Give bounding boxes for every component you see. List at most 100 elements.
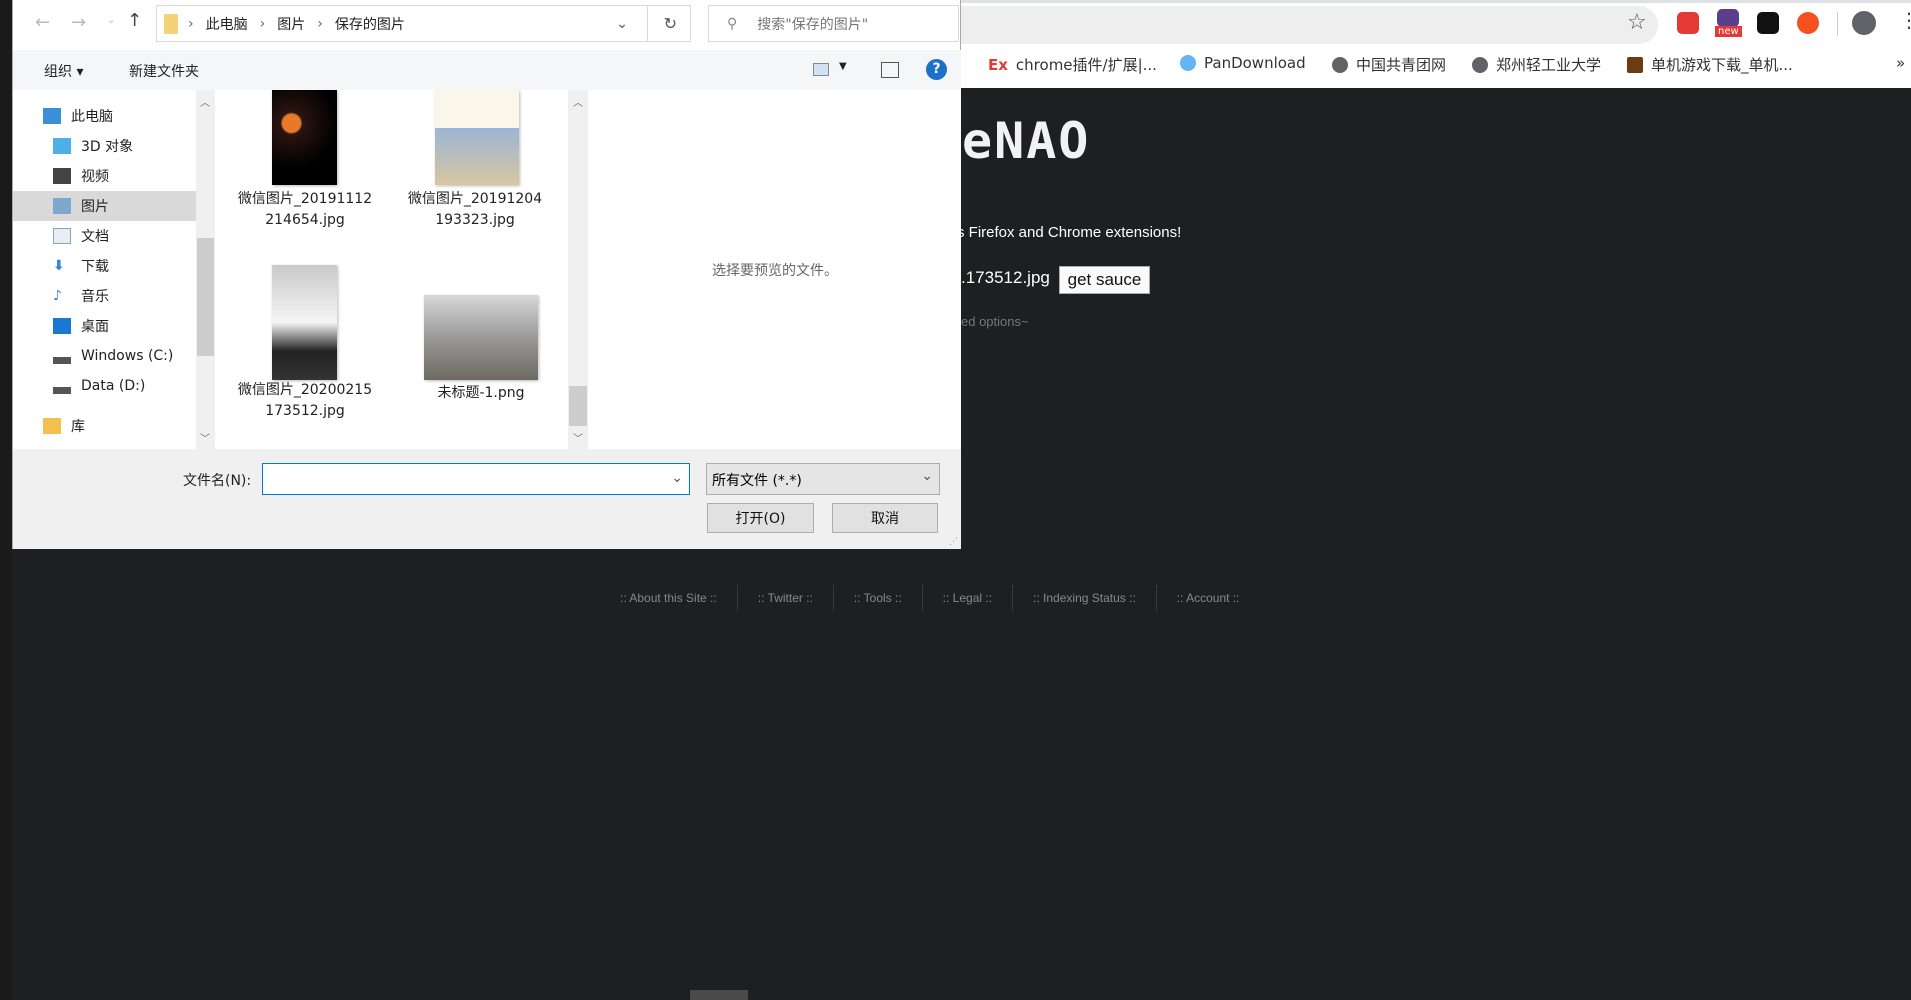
forward-icon[interactable]: →	[71, 12, 86, 33]
picture-icon	[53, 198, 71, 214]
extension-pocket-icon[interactable]	[1677, 12, 1699, 34]
globe-icon	[1332, 56, 1348, 73]
menu-kebab-icon[interactable]: ⋮	[1899, 8, 1911, 32]
computer-icon	[43, 108, 61, 124]
bookmark-label: PanDownload	[1204, 54, 1306, 72]
nav-label: 下载	[81, 259, 109, 275]
search-input[interactable]: ⚲ 搜索"保存的图片"	[708, 5, 959, 42]
preview-pane-icon[interactable]	[881, 62, 899, 78]
extension-new-icon[interactable]	[1717, 9, 1739, 27]
file-thumbnail[interactable]	[272, 90, 337, 185]
bookmark-label: chrome插件/扩展|...	[1015, 56, 1157, 74]
bookmark-label: 单机游戏下载_单机...	[1651, 56, 1793, 74]
open-button[interactable]: 打开(O)	[707, 503, 814, 533]
film-icon	[53, 168, 71, 184]
file-input-value[interactable]: .173512.jpg	[961, 268, 1050, 288]
nav-downloads[interactable]: ⬇ 下载	[13, 251, 196, 281]
breadcrumb-bar[interactable]: › 此电脑 › 图片 › 保存的图片 ⌄ ↻	[156, 5, 691, 42]
bookmark-youth-league[interactable]: 中国共青团网	[1332, 54, 1446, 75]
profile-avatar-icon[interactable]	[1852, 11, 1876, 35]
extension-badge: new	[1715, 26, 1742, 37]
view-options-icon[interactable]	[813, 63, 829, 76]
open-file-dialog: ← → ⌄ ↑ › 此电脑 › 图片 › 保存的图片 ⌄ ↻ ⚲ 搜索"保存的图片" …	[12, 0, 961, 549]
advanced-options-toggle[interactable]: ed options~	[961, 314, 1029, 329]
file-item[interactable]: 微信图片_20191112214654.jpg	[235, 189, 375, 231]
bookmark-games[interactable]: 单机游戏下载_单机...	[1627, 54, 1793, 75]
file-item[interactable]: 微信图片_20200215173512.jpg	[235, 380, 375, 422]
file-thumbnail[interactable]	[424, 295, 538, 380]
cancel-button[interactable]: 取消	[832, 503, 938, 533]
nav-drive-d[interactable]: Data (D:)	[13, 371, 196, 401]
desktop-edge	[0, 0, 12, 1000]
footer-legal[interactable]: :: Legal ::	[923, 585, 1014, 611]
bookmark-chrome-ext[interactable]: Ex chrome插件/扩展|...	[988, 54, 1157, 75]
folder-icon	[164, 13, 178, 34]
extension-tampermonkey-icon[interactable]	[1757, 12, 1779, 34]
ex-icon: Ex	[988, 55, 1008, 74]
nav-label: 文档	[81, 229, 109, 245]
file-thumbnail[interactable]	[435, 90, 519, 185]
nav-drive-c[interactable]: Windows (C:)	[13, 341, 196, 371]
breadcrumb-item[interactable]: 图片	[277, 14, 305, 34]
new-folder-button[interactable]: 新建文件夹	[129, 61, 199, 81]
footer-twitter[interactable]: :: Twitter ::	[738, 585, 834, 611]
bookmark-zzuli[interactable]: 郑州轻工业大学	[1472, 54, 1601, 75]
help-icon[interactable]: ?	[926, 59, 947, 80]
file-scrollbar-thumb[interactable]	[569, 386, 587, 426]
organize-menu[interactable]: 组织 ▾	[44, 61, 83, 81]
toolbar-divider	[1837, 12, 1838, 36]
file-type-filter[interactable]: 所有文件 (*.*) ⌄	[706, 463, 940, 495]
file-list: 微信图片_20191112214654.jpg 微信图片_20191204193…	[215, 90, 568, 449]
address-bar[interactable]	[961, 6, 1658, 44]
search-icon: ⚲	[727, 15, 738, 32]
view-dropdown-icon[interactable]: ▼	[839, 61, 847, 72]
chevron-down-icon[interactable]: ⌄	[671, 470, 683, 486]
refresh-icon[interactable]: ↻	[664, 14, 677, 33]
breadcrumb-item[interactable]: 此电脑	[206, 14, 248, 34]
nav-this-pc[interactable]: 此电脑	[13, 101, 196, 131]
drive-icon	[53, 378, 71, 394]
file-thumbnail[interactable]	[272, 265, 337, 380]
nav-scrollbar-thumb[interactable]	[197, 238, 214, 356]
document-icon	[53, 228, 71, 244]
recent-dropdown-icon[interactable]: ⌄	[107, 15, 115, 26]
bookmark-star-icon[interactable]: ☆	[1627, 10, 1647, 35]
filename-label: 文件名(N):	[183, 473, 252, 489]
file-list-scrollbar[interactable]: ︿ ﹀	[568, 90, 588, 449]
filename-input[interactable]: ⌄	[262, 463, 690, 495]
nav-libraries[interactable]: 库	[13, 411, 196, 441]
footer-tools[interactable]: :: Tools ::	[834, 585, 923, 611]
music-note-icon: ♪	[53, 288, 62, 304]
file-item[interactable]: 未标题-1.png	[411, 383, 551, 404]
nav-desktop[interactable]: 桌面	[13, 311, 196, 341]
nav-scrollbar[interactable]: ︿ ﹀	[196, 90, 215, 449]
extensions-promo[interactable]: s Firefox and Chrome extensions!	[957, 224, 1181, 241]
bookmarks-overflow[interactable]: »	[1896, 54, 1905, 72]
globe-icon	[1472, 56, 1488, 73]
nav-videos[interactable]: 视频	[13, 161, 196, 191]
footer-indexing-status[interactable]: :: Indexing Status ::	[1013, 585, 1157, 611]
taskbar-item[interactable]	[690, 990, 748, 1000]
nav-pictures[interactable]: 图片	[13, 191, 196, 221]
file-item[interactable]: 微信图片_20191204193323.jpg	[405, 189, 545, 231]
footer-account[interactable]: :: Account ::	[1157, 585, 1260, 611]
up-icon[interactable]: ↑	[127, 10, 142, 31]
get-sauce-button[interactable]: get sauce	[1059, 266, 1150, 294]
extension-infinity-icon[interactable]	[1797, 12, 1819, 34]
preview-message: 选择要预览的文件。	[712, 263, 838, 279]
download-arrow-icon: ⬇	[53, 258, 65, 274]
nav-label: 3D 对象	[81, 139, 134, 155]
history-dropdown-icon[interactable]: ⌄	[616, 16, 628, 32]
nav-label: Data (D:)	[81, 378, 146, 394]
nav-documents[interactable]: 文档	[13, 221, 196, 251]
bookmark-pandownload[interactable]: PanDownload	[1180, 54, 1306, 72]
nav-label: Windows (C:)	[81, 348, 174, 364]
nav-music[interactable]: ♪ 音乐	[13, 281, 196, 311]
footer-links: :: About this Site :: :: Twitter :: :: T…	[600, 585, 1259, 611]
back-icon[interactable]: ←	[35, 12, 50, 33]
filter-value: 所有文件 (*.*)	[712, 473, 802, 489]
nav-3d-objects[interactable]: 3D 对象	[13, 131, 196, 161]
breadcrumb-item[interactable]: 保存的图片	[335, 14, 405, 34]
footer-about[interactable]: :: About this Site ::	[600, 585, 738, 611]
resize-grip-icon[interactable]: ⋰	[949, 537, 958, 547]
